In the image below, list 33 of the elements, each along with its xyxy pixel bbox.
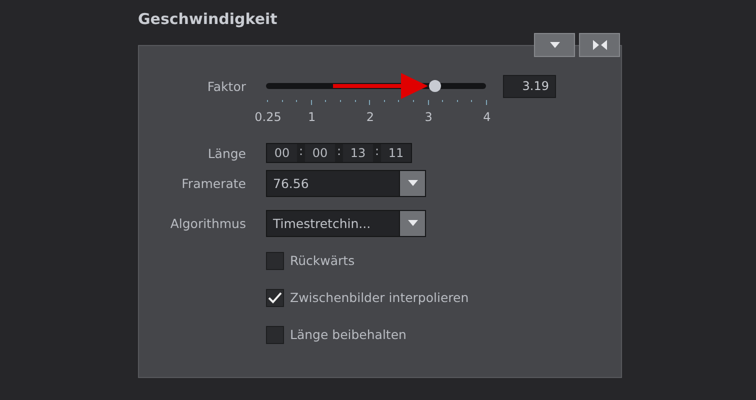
caret-icon <box>408 220 418 226</box>
dropdown-field[interactable]: Timestretchin... <box>266 210 426 236</box>
scale-label: 0.25 <box>254 110 282 124</box>
checkbox[interactable] <box>266 252 284 270</box>
dropdown-field[interactable]: 76.56 <box>266 170 426 196</box>
field-label: Framerate <box>180 176 246 190</box>
colon-separator: : <box>374 144 380 160</box>
caret-icon <box>550 42 560 48</box>
colon-separator: : <box>336 144 342 160</box>
factor-value-field[interactable]: 3.19 <box>503 74 556 98</box>
scale-label: 1 <box>308 110 316 124</box>
field-label: Algorithmus <box>169 216 246 230</box>
checkbox[interactable] <box>266 288 284 306</box>
colon-separator: : <box>298 144 304 160</box>
collapse-icon <box>592 40 606 50</box>
dropdown-button[interactable] <box>399 210 425 236</box>
length-label: Länge <box>206 146 246 160</box>
collapse-button[interactable] <box>579 33 620 57</box>
checkbox-label: Zwischenbilder interpolieren <box>290 290 469 305</box>
section-title: Geschwindigkeit <box>138 10 278 30</box>
timecode-field[interactable]: 00 : 00 : 13 : 11 <box>266 143 412 163</box>
caret-icon <box>408 180 418 186</box>
checkbox-label: Rückwärts <box>290 253 355 268</box>
scale-label: 4 <box>483 110 491 124</box>
arrow-icon <box>333 73 428 99</box>
slider-thumb[interactable] <box>429 80 442 92</box>
check-icon <box>268 292 282 304</box>
scale-label: 2 <box>366 110 374 124</box>
checkbox-label: Länge beibehalten <box>290 327 406 342</box>
factor-label: Faktor <box>206 78 246 94</box>
checkbox[interactable] <box>266 326 284 344</box>
dropdown-button[interactable] <box>399 170 425 196</box>
scale-label: 3 <box>424 110 432 124</box>
